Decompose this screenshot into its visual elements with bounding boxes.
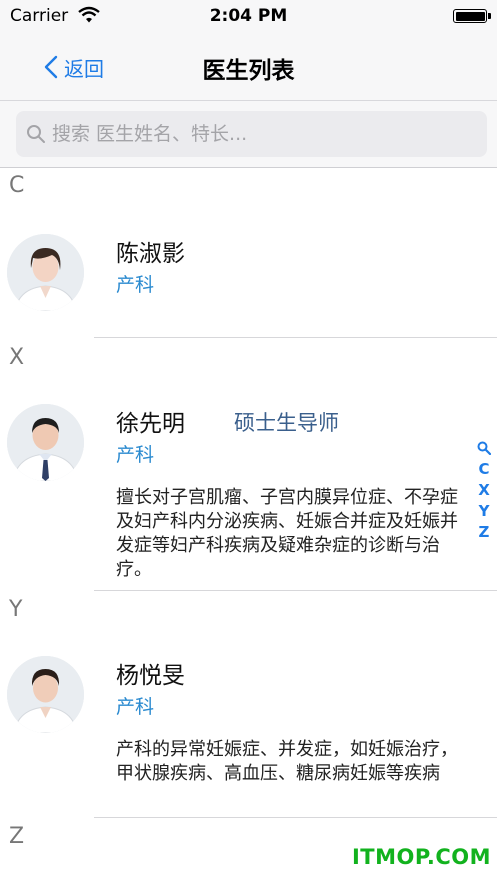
- row-divider: [94, 817, 497, 818]
- doctor-avatar: [7, 234, 84, 311]
- section-header-y: Y: [9, 597, 23, 622]
- watermark-logo: ITMOP.COM: [351, 845, 491, 869]
- doctor-specialty: 产科的异常妊娠症、并发症，如妊娠治疗，甲状腺疾病、高血压、糖尿病妊娠等疾病: [116, 739, 458, 784]
- section-header-z: Z: [9, 824, 25, 849]
- row-divider: [94, 590, 497, 591]
- section-index-bar[interactable]: C X Y Z: [472, 438, 496, 543]
- doctor-photo: [7, 404, 84, 481]
- battery-icon: [453, 9, 491, 23]
- doctor-department: 产科: [116, 444, 155, 466]
- doctor-department: 产科: [116, 274, 155, 296]
- doctor-title: 硕士生导师: [234, 411, 339, 435]
- doctor-photo: [7, 656, 84, 733]
- doctor-row[interactable]: 陈淑影 产科: [0, 200, 497, 338]
- search-bar: [0, 101, 497, 168]
- doctor-name: 陈淑影: [116, 241, 185, 267]
- doctor-avatar: [7, 656, 84, 733]
- doctor-name: 杨悦旻: [116, 663, 185, 689]
- section-header-x: X: [9, 345, 25, 370]
- doctor-row[interactable]: 杨悦旻 产科 产科的异常妊娠症、并发症，如妊娠治疗，甲状腺疾病、高血压、糖尿病妊…: [0, 624, 497, 818]
- status-time: 2:04 PM: [209, 6, 288, 26]
- search-icon: [27, 125, 45, 143]
- search-box[interactable]: [16, 111, 487, 157]
- doctor-avatar: [7, 404, 84, 481]
- doctor-name: 徐先明: [116, 411, 185, 437]
- doctor-row[interactable]: 徐先明 硕士生导师 产科 擅长对子宫肌瘤、子宫内膜异位症、不孕症及妇产科内分泌疾…: [0, 372, 497, 591]
- index-letter-y[interactable]: Y: [472, 501, 496, 522]
- index-letter-z[interactable]: Z: [472, 522, 496, 543]
- navigation-bar: 返回 医生列表: [0, 34, 497, 101]
- search-icon: [477, 441, 492, 456]
- index-search-icon[interactable]: [472, 438, 496, 459]
- row-divider: [94, 337, 497, 338]
- doctor-specialty: 擅长对子宫肌瘤、子宫内膜异位症、不孕症及妇产科内分泌疾病、妊娠合并症及妊娠并发症…: [116, 487, 458, 580]
- page-title: 医生列表: [202, 58, 295, 84]
- index-letter-x[interactable]: X: [472, 480, 496, 501]
- doctor-department: 产科: [116, 696, 155, 718]
- index-letter-c[interactable]: C: [472, 459, 496, 480]
- search-input[interactable]: [52, 111, 472, 157]
- status-bar: Carrier 2:04 PM: [0, 0, 497, 34]
- doctor-photo: [7, 234, 84, 311]
- section-header-c: C: [9, 173, 25, 198]
